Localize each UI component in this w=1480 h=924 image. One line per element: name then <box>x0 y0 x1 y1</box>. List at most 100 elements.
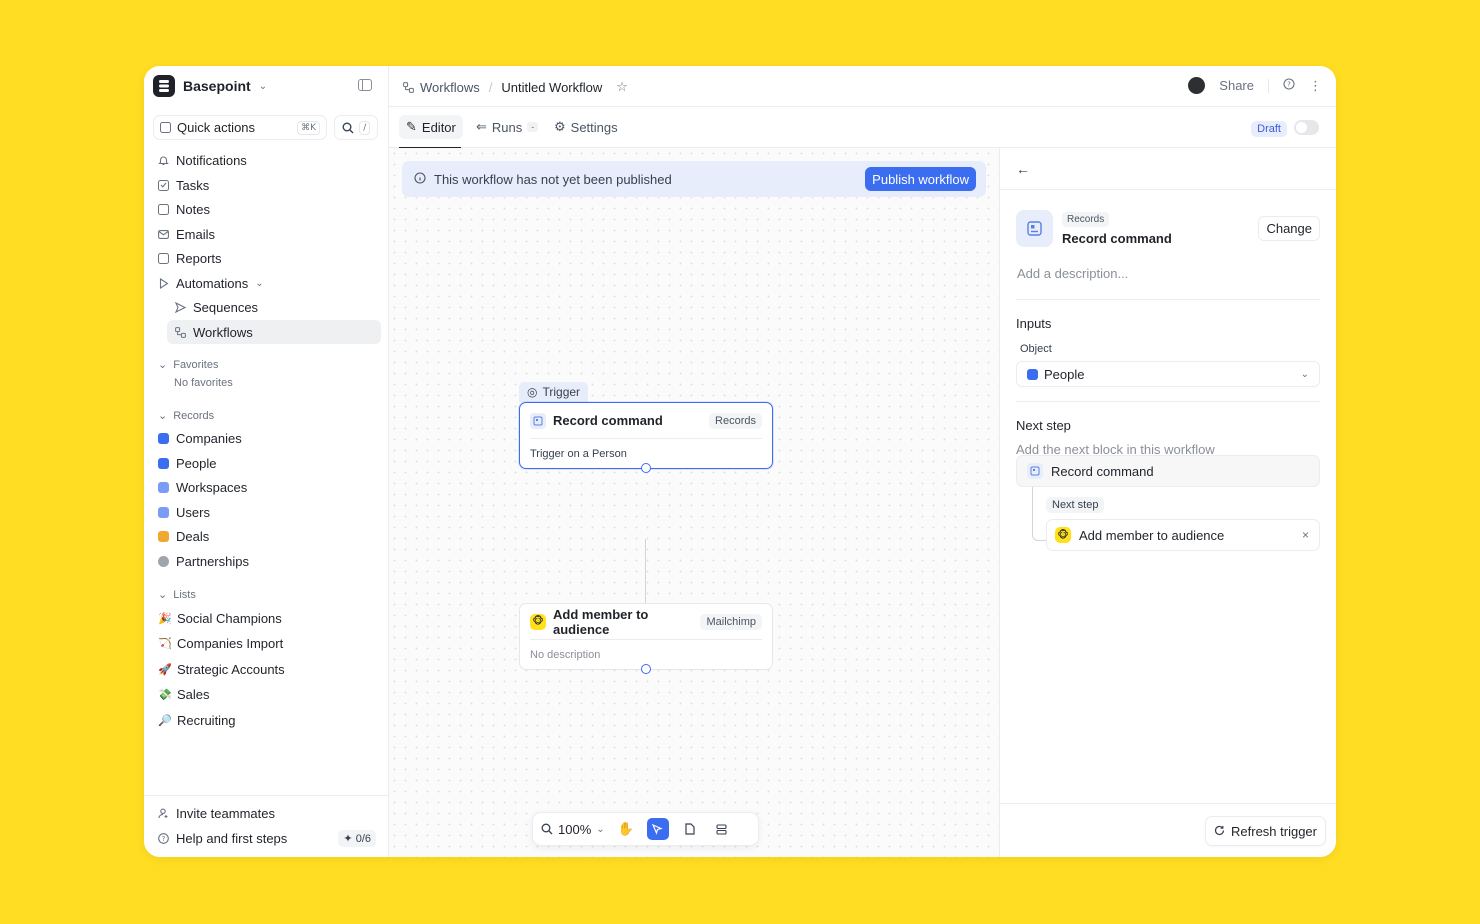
breadcrumb-workflows-link[interactable]: Workflows <box>420 80 480 95</box>
bell-icon <box>158 155 169 166</box>
tab-runs[interactable]: ⇐ Runs - <box>469 115 545 139</box>
search-button[interactable]: / <box>334 115 378 140</box>
play-icon <box>158 277 169 289</box>
sidebar-toggle-icon[interactable] <box>358 79 372 91</box>
sidebar-item-sequences[interactable]: Sequences <box>153 295 381 319</box>
help-label: Help and first steps <box>176 830 288 846</box>
send-icon <box>175 301 186 313</box>
tab-settings[interactable]: ⚙ Settings <box>547 115 625 139</box>
node-header: 🐵 Add member to audience Mailchimp <box>530 604 762 640</box>
sidebar-item-workflows[interactable]: Workflows <box>167 320 381 344</box>
topbar: Workflows / Untitled Workflow ☆ Share ? … <box>389 66 1336 107</box>
node-title: Add member to audience <box>553 606 649 637</box>
workspace-switcher[interactable]: Basepoint ⌄ <box>153 75 267 97</box>
sidebar-item-emails[interactable]: Emails <box>153 222 381 246</box>
runs-icon: ⇐ <box>476 119 487 134</box>
sidebar-item-users[interactable]: Users <box>153 500 381 524</box>
rocket-icon: 🚀 <box>158 663 172 676</box>
output-port[interactable] <box>641 463 651 473</box>
chevron-down-icon: ⌄ <box>158 359 168 371</box>
divider <box>1000 803 1336 804</box>
sidebar-item-deals[interactable]: Deals <box>153 524 381 548</box>
chevron-down-icon: ⌄ <box>158 589 168 601</box>
lists-section-header[interactable]: ⌄ Lists <box>158 588 196 602</box>
chevron-down-icon: ⌄ <box>596 823 605 835</box>
divider <box>1000 189 1336 190</box>
block-category-badge: Records <box>1062 212 1110 227</box>
workflow-title[interactable]: Untitled Workflow <box>501 80 602 95</box>
layout-tool-icon[interactable] <box>711 818 733 840</box>
sidebar-item-reports[interactable]: Reports <box>153 246 381 270</box>
note-tool-icon[interactable] <box>679 818 701 840</box>
block-detail-panel: ← Records Record command Change Add a de… <box>999 148 1336 857</box>
hand-tool-icon[interactable]: ✋ <box>615 818 637 840</box>
favorites-section-header[interactable]: ⌄ Favorites <box>158 358 219 372</box>
refresh-trigger-button[interactable]: Refresh trigger <box>1205 816 1326 846</box>
workflow-icon <box>403 81 414 93</box>
invite-teammates-button[interactable]: Invite teammates <box>153 801 381 825</box>
sidebar-item-automations[interactable]: Automations ⌄ <box>153 271 381 295</box>
record-command-icon <box>1027 463 1043 479</box>
close-icon[interactable]: × <box>1302 528 1309 542</box>
sidebar-item-tasks[interactable]: Tasks <box>153 173 381 197</box>
sidebar-item-label: Notes <box>176 201 210 217</box>
records-section-header[interactable]: ⌄ Records <box>158 409 214 423</box>
sidebar-item-companies[interactable]: Companies <box>153 426 381 450</box>
svg-text:?: ? <box>162 835 166 843</box>
description-input[interactable]: Add a description... <box>1017 266 1128 281</box>
trigger-tag: ◎ Trigger <box>519 382 589 402</box>
divider <box>1268 78 1269 93</box>
tabs-bar: ✎ Editor ⇐ Runs - ⚙ Settings Draft <box>389 107 1336 149</box>
tab-label: Editor <box>421 119 456 135</box>
topbar-actions: Share ? ⋮ <box>1188 77 1322 94</box>
money-icon: 💸 <box>158 688 172 701</box>
tab-editor[interactable]: ✎ Editor <box>399 115 463 139</box>
more-icon[interactable]: ⋮ <box>1309 78 1322 94</box>
help-icon[interactable]: ? <box>1283 78 1295 93</box>
object-select[interactable]: People ⌄ <box>1016 361 1320 387</box>
sidebar-item-list[interactable]: 🏹 Companies Import <box>153 631 381 655</box>
workflow-canvas[interactable]: This workflow has not yet been published… <box>389 148 999 857</box>
mail-icon <box>158 229 169 240</box>
star-icon[interactable]: ☆ <box>616 79 628 95</box>
publish-toggle[interactable] <box>1294 120 1319 135</box>
sidebar-item-list[interactable]: 💸 Sales <box>153 682 381 706</box>
workflow-node-mailchimp[interactable]: 🐵 Add member to audience Mailchimp No de… <box>519 603 773 674</box>
bow-arrow-icon: 🏹 <box>158 637 172 650</box>
mailchimp-icon: 🐵 <box>1055 527 1071 543</box>
share-button[interactable]: Share <box>1219 78 1254 93</box>
quick-actions-button[interactable]: Quick actions ⌘K <box>153 115 327 140</box>
zoom-control[interactable]: 100% ⌄ <box>541 822 605 837</box>
sidebar-item-label: Strategic Accounts <box>177 661 285 677</box>
basepoint-logo-icon <box>153 75 175 97</box>
sidebar-item-list[interactable]: 🔎 Recruiting <box>153 708 381 732</box>
section-title: Lists <box>173 588 196 601</box>
sidebar-item-list[interactable]: 🎉 Social Champions <box>153 606 381 630</box>
progress-value: 0/6 <box>355 833 371 845</box>
tab-label: Runs <box>491 119 523 135</box>
zoom-icon <box>541 823 553 835</box>
back-arrow-icon[interactable]: ← <box>1016 161 1030 177</box>
current-step-item[interactable]: Record command <box>1016 455 1320 487</box>
sidebar-item-notifications[interactable]: Notifications <box>153 148 381 172</box>
sidebar-item-notes[interactable]: Notes <box>153 197 381 221</box>
avatar[interactable] <box>1188 77 1206 94</box>
sidebar-item-label: Workspaces <box>176 479 248 495</box>
workflow-node-trigger[interactable]: Record command Records Trigger on a Pers… <box>519 402 773 473</box>
sidebar-footer: Invite teammates ? Help and first steps … <box>144 795 388 857</box>
section-title: Favorites <box>173 358 219 371</box>
sidebar-item-workspaces[interactable]: Workspaces <box>153 475 381 499</box>
pointer-tool-icon[interactable] <box>646 818 669 840</box>
sidebar-item-partnerships[interactable]: Partnerships <box>153 549 381 573</box>
change-button[interactable]: Change <box>1258 216 1320 241</box>
refresh-icon <box>1214 824 1225 839</box>
sidebar-item-label: People <box>176 455 217 471</box>
person-icon <box>158 457 169 469</box>
checkbox-icon <box>158 179 169 191</box>
sidebar-item-people[interactable]: People <box>153 451 381 475</box>
publish-workflow-button[interactable]: Publish workflow <box>865 167 976 191</box>
sidebar-item-list[interactable]: 🚀 Strategic Accounts <box>153 657 381 681</box>
output-port[interactable] <box>641 664 651 674</box>
next-step-heading: Next step <box>1016 418 1071 433</box>
next-step-item[interactable]: 🐵 Add member to audience × <box>1046 519 1320 551</box>
